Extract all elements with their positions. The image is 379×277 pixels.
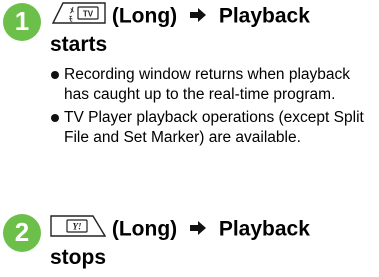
step-2-key-press: (Long)	[111, 217, 178, 241]
bullet-icon	[51, 71, 59, 79]
note-item: TV Player playback operations (except Sp…	[50, 108, 375, 148]
step-1-badge: 1	[2, 2, 42, 42]
tv-memo-key-icon: ﾒ ﾓ TV	[50, 2, 106, 31]
step-2-badge: 2	[2, 213, 42, 253]
step-2-heading: Y! (Long) Playback	[50, 215, 310, 244]
step-1-heading: ﾒ ﾓ TV (Long) Playback	[50, 2, 310, 31]
svg-text:ﾒ: ﾒ	[70, 6, 74, 15]
y-key-icon: Y!	[50, 215, 107, 244]
bullet-icon	[51, 114, 59, 122]
note-item: Recording window returns when playback h…	[50, 65, 375, 105]
step-1-notes: Recording window returns when playback h…	[50, 65, 375, 151]
step-1-result-line1: Playback	[218, 4, 310, 28]
svg-text:TV: TV	[83, 10, 94, 19]
step-1-number: 1	[15, 6, 29, 36]
step-2-result-line1: Playback	[218, 217, 310, 241]
step-2-number: 2	[15, 217, 29, 247]
step-2-result-line2: stops	[50, 246, 107, 269]
svg-text:Y!: Y!	[73, 222, 82, 232]
step-1-result-line2: starts	[50, 33, 108, 56]
svg-text:ﾓ: ﾓ	[69, 15, 73, 23]
arrow-right-icon	[189, 217, 207, 243]
arrow-right-icon	[189, 4, 207, 30]
step-1-key-press: (Long)	[111, 4, 178, 28]
note-text: TV Player playback operations (except Sp…	[64, 109, 364, 146]
note-text: Recording window returns when playback h…	[64, 66, 351, 103]
